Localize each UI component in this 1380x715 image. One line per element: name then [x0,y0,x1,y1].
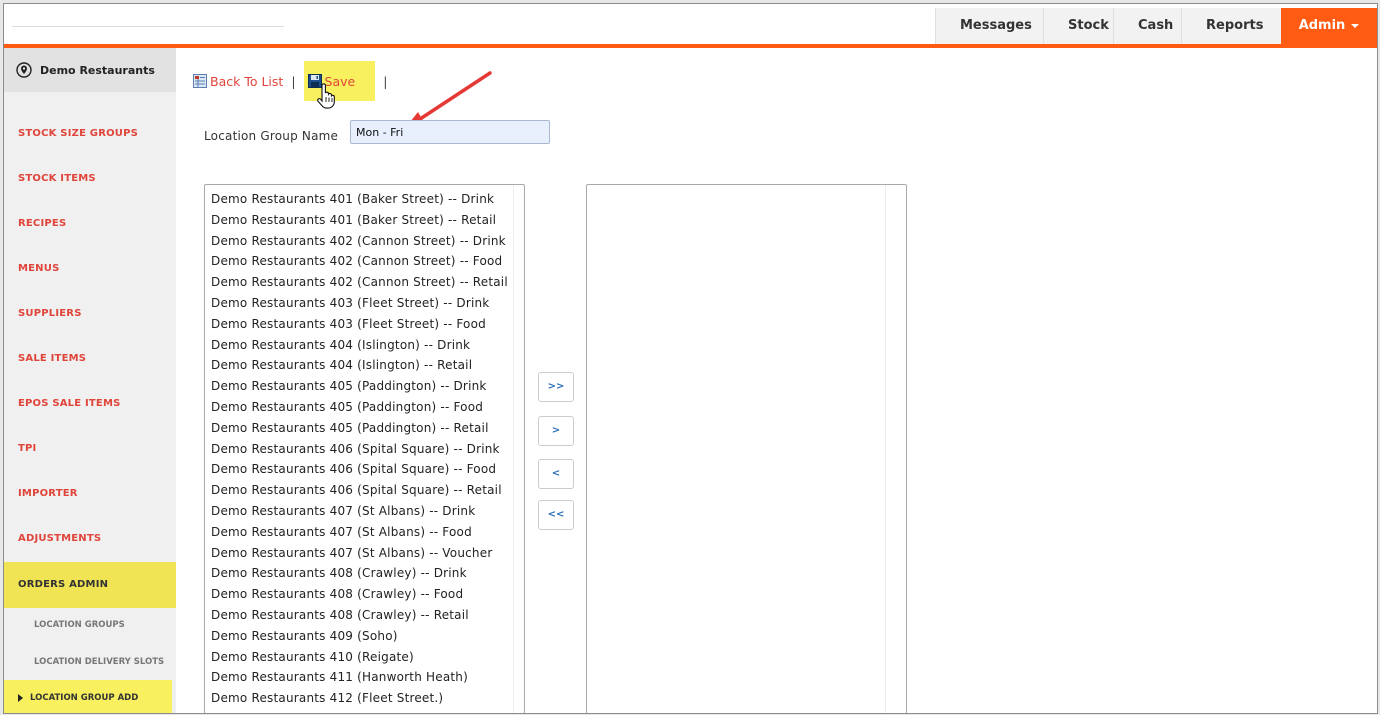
sidebar-item-stock-items[interactable]: STOCK ITEMS [4,157,176,201]
location-group-name-input[interactable] [350,120,550,144]
location-option[interactable]: Demo Restaurants 401 (Baker Street) -- D… [211,189,524,210]
location-option[interactable]: Demo Restaurants 408 (Crawley) -- Food [211,584,524,605]
nav-admin[interactable]: Admin [1281,8,1377,44]
sidebar-subitem-location-delivery-slots[interactable]: LOCATION DELIVERY SLOTS [4,644,176,680]
top-bar: Messages Stock Cash Reports Admin [4,4,1377,48]
location-option[interactable]: Demo Restaurants 409 (Soho) [211,626,524,647]
list-grid-icon [193,74,207,88]
location-option[interactable]: Demo Restaurants 403 (Fleet Street) -- D… [211,293,524,314]
main-nav: Messages Stock Cash Reports Admin [935,8,1377,44]
location-option[interactable]: Demo Restaurants 410 (Reigate) [211,647,524,668]
app-window: Messages Stock Cash Reports Admin Demo R… [3,3,1378,714]
sidebar-item-epos-sale-items[interactable]: EPOS SALE ITEMS [4,382,176,426]
available-locations-options: Demo Restaurants 401 (Baker Street) -- D… [205,185,524,709]
location-option[interactable]: Demo Restaurants 406 (Spital Square) -- … [211,439,524,460]
back-to-list-link[interactable]: Back To List [193,74,283,89]
action-toolbar: Back To List | Save | [193,61,395,109]
map-pin-icon [16,62,32,78]
location-group-name-label: Location Group Name [204,129,339,143]
nav-reports[interactable]: Reports [1181,8,1281,44]
location-option[interactable]: Demo Restaurants 412 (Fleet Street.) [211,688,524,709]
caret-down-icon [1351,23,1360,28]
add-all-button[interactable]: >> [538,372,574,402]
sidebar-item-sale-items[interactable]: SALE ITEMS [4,337,176,381]
sidebar-subitem-location-group-add[interactable]: LOCATION GROUP ADD [4,680,172,713]
remove-all-button[interactable]: << [538,500,574,530]
location-option[interactable]: Demo Restaurants 406 (Spital Square) -- … [211,480,524,501]
sidebar-item-adjustments[interactable]: ADJUSTMENTS [4,517,176,561]
location-option[interactable]: Demo Restaurants 403 (Fleet Street) -- F… [211,314,524,335]
save-highlight: Save [303,61,376,109]
location-option[interactable]: Demo Restaurants 407 (St Albans) -- Drin… [211,501,524,522]
sidebar-item-orders-admin[interactable]: ORDERS ADMIN [4,562,176,608]
sidebar: Demo Restaurants STOCK SIZE GROUPS STOCK… [4,48,176,713]
available-locations-list[interactable]: Demo Restaurants 401 (Baker Street) -- D… [204,184,525,713]
location-option[interactable]: Demo Restaurants 401 (Baker Street) -- R… [211,210,524,231]
location-option[interactable]: Demo Restaurants 408 (Crawley) -- Drink [211,563,524,584]
add-button[interactable]: > [538,416,574,446]
scrollbar[interactable] [513,185,524,713]
location-option[interactable]: Demo Restaurants 406 (Spital Square) -- … [211,459,524,480]
location-option[interactable]: Demo Restaurants 407 (St Albans) -- Food [211,522,524,543]
sidebar-subitem-location-groups[interactable]: LOCATION GROUPS [4,607,176,643]
back-to-list-label: Back To List [210,73,284,89]
triangle-right-icon [18,693,23,702]
location-option[interactable]: Demo Restaurants 402 (Cannon Street) -- … [211,231,524,252]
location-option[interactable]: Demo Restaurants 402 (Cannon Street) -- … [211,272,524,293]
location-option[interactable]: Demo Restaurants 405 (Paddington) -- Ret… [211,418,524,439]
location-option[interactable]: Demo Restaurants 411 (Hanworth Heath) [211,667,524,688]
sidebar-item-tpi[interactable]: TPI [4,427,176,471]
location-name: Demo Restaurants [40,63,155,77]
nav-stock[interactable]: Stock [1043,8,1113,44]
sidebar-item-menus[interactable]: MENUS [4,247,176,291]
sidebar-item-recipes[interactable]: RECIPES [4,202,176,246]
location-option[interactable]: Demo Restaurants 405 (Paddington) -- Foo… [211,397,524,418]
location-option[interactable]: Demo Restaurants 405 (Paddington) -- Dri… [211,376,524,397]
brand-placeholder [12,26,284,27]
scrollbar[interactable] [885,185,896,713]
nav-cash[interactable]: Cash [1113,8,1181,44]
location-option[interactable]: Demo Restaurants 404 (Islington) -- Reta… [211,355,524,376]
toolbar-separator: | [291,73,296,89]
sidebar-item-suppliers[interactable]: SUPPLIERS [4,292,176,336]
nav-admin-label: Admin [1298,18,1346,33]
sidebar-subitem-label: LOCATION GROUP ADD [30,693,139,703]
nav-messages[interactable]: Messages [935,8,1043,44]
location-option[interactable]: Demo Restaurants 407 (St Albans) -- Vouc… [211,543,524,564]
hand-pointer-icon [316,83,335,109]
sidebar-item-stock-size-groups[interactable]: STOCK SIZE GROUPS [4,112,176,156]
location-option[interactable]: Demo Restaurants 402 (Cannon Street) -- … [211,251,524,272]
remove-button[interactable]: < [538,459,574,489]
selected-locations-list[interactable] [586,184,907,713]
location-selector[interactable]: Demo Restaurants [4,48,176,92]
location-option[interactable]: Demo Restaurants 408 (Crawley) -- Retail [211,605,524,626]
location-option[interactable]: Demo Restaurants 404 (Islington) -- Drin… [211,335,524,356]
sidebar-item-importer[interactable]: IMPORTER [4,472,176,516]
